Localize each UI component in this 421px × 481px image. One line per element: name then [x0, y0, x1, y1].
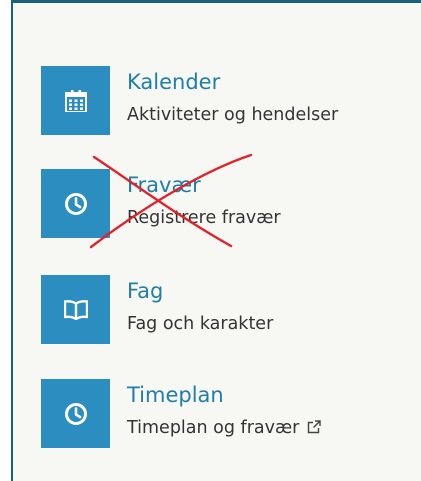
menu-item-subtitle: Fag och karakter [127, 314, 274, 334]
menu-item-subtitle: Aktiviteter og hendelser [127, 105, 339, 125]
menu-item-title[interactable]: Timeplan [127, 382, 224, 408]
menu-item-title[interactable]: Fag [127, 278, 163, 304]
fravaer-tile[interactable] [41, 169, 110, 238]
menu-item-title[interactable]: Kalender [127, 69, 220, 95]
external-link-icon [307, 418, 322, 440]
left-gutter [0, 0, 11, 481]
book-icon [63, 299, 88, 320]
menu-item-title[interactable]: Fravær [127, 172, 201, 198]
fag-tile[interactable] [41, 275, 110, 344]
kalender-tile[interactable] [41, 66, 110, 135]
clock-icon [64, 192, 88, 216]
panel-left-border [11, 0, 13, 481]
menu-item-subtitle: Registrere fravær [127, 208, 281, 228]
menu-item-kalender[interactable]: Kalender Aktiviteter og hendelser [41, 66, 411, 136]
menu-item-timeplan[interactable]: Timeplan Timeplan og fravær [41, 379, 411, 449]
menu-item-subtitle: Timeplan og fravær [127, 418, 300, 438]
clock-icon [64, 402, 88, 426]
timeplan-tile[interactable] [41, 379, 110, 448]
calendar-icon [64, 89, 87, 112]
menu-item-fravaer[interactable]: Fravær Registrere fravær [41, 169, 411, 239]
menu-panel: Kalender Aktiviteter og hendelser Fravær… [0, 0, 421, 481]
menu-item-subtitle-row: Timeplan og fravær [127, 417, 322, 440]
menu-item-fag[interactable]: Fag Fag och karakter [41, 275, 411, 345]
panel-top-border [11, 0, 421, 3]
